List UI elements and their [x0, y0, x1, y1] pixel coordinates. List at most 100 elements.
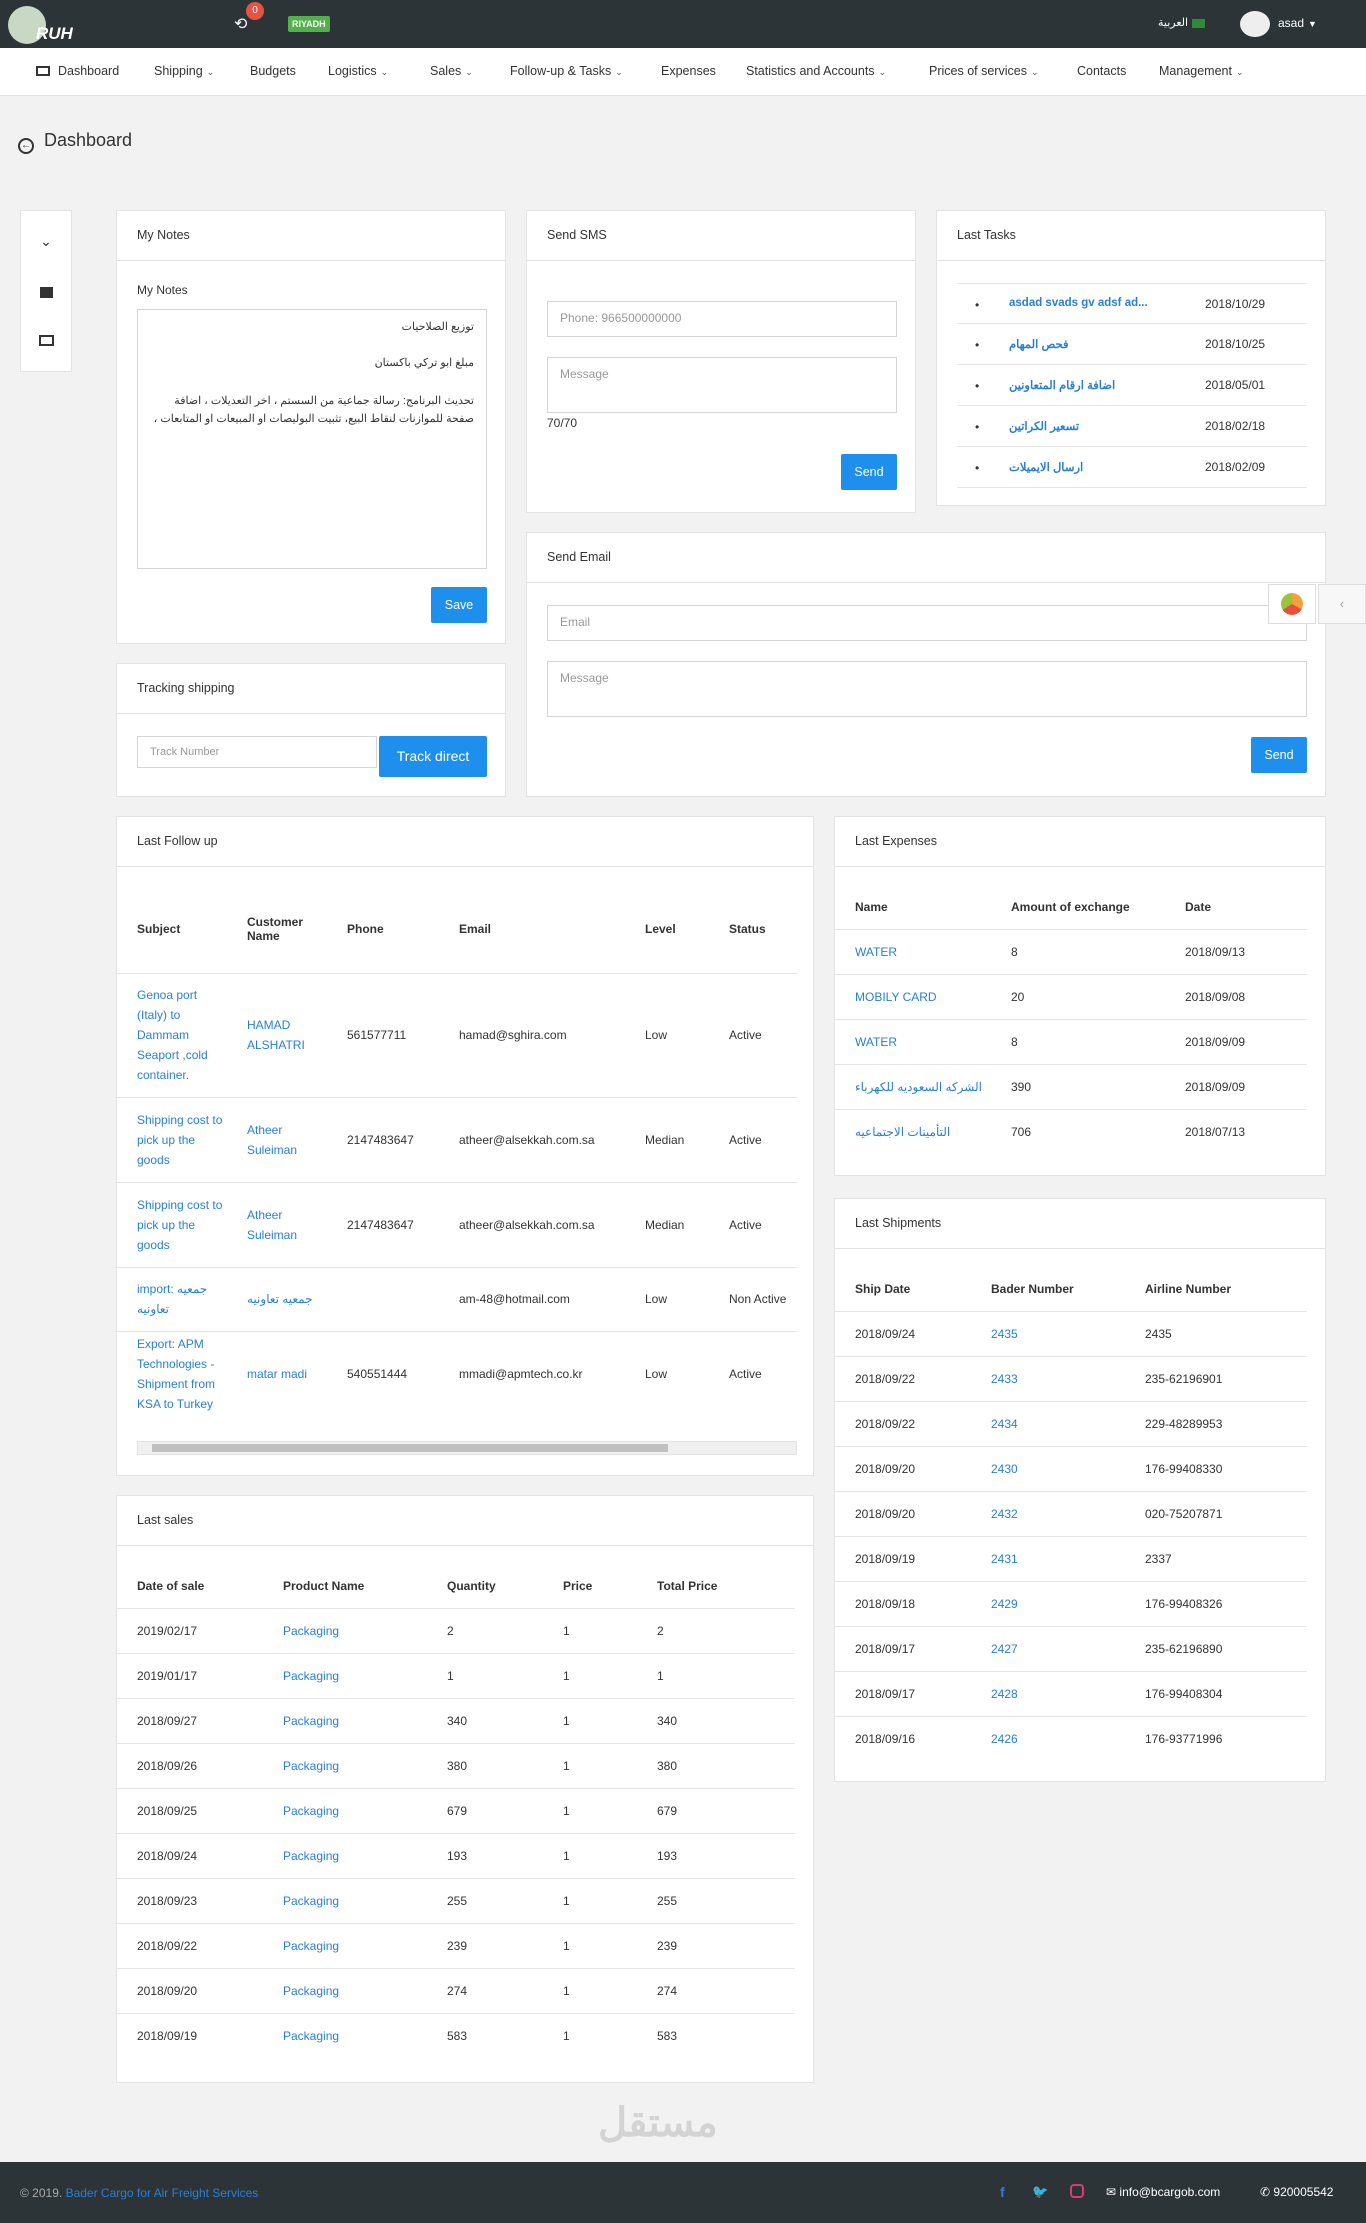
track-direct-button[interactable]: Track direct — [379, 736, 487, 777]
table-cell: 1 — [543, 1787, 637, 1833]
email-send-button[interactable]: Send — [1251, 737, 1307, 773]
task-link[interactable]: ارسال الايميلات — [1009, 460, 1083, 474]
table-cell: 390 — [991, 1063, 1165, 1109]
horizontal-scrollbar[interactable] — [137, 1441, 797, 1455]
table-cell[interactable]: Packaging — [263, 1967, 427, 2013]
table-cell[interactable]: 2432 — [971, 1490, 1125, 1536]
nav-sales[interactable]: Sales ⌄ — [430, 64, 473, 78]
nav-label: Management — [1159, 64, 1232, 78]
task-row[interactable]: • ارسال الايميلات 2018/02/09 — [957, 447, 1307, 488]
table-cell[interactable]: Packaging — [263, 1607, 427, 1653]
table-cell[interactable]: 2429 — [971, 1580, 1125, 1626]
phone-input[interactable]: Phone: 966500000000 — [547, 301, 897, 337]
table-cell[interactable]: 2426 — [971, 1715, 1125, 1761]
archive-icon[interactable] — [21, 285, 71, 301]
table-cell[interactable]: Packaging — [263, 1832, 427, 1878]
nav-shipping[interactable]: Shipping ⌄ — [154, 64, 214, 78]
table-cell[interactable]: 2427 — [971, 1625, 1125, 1671]
table-cell[interactable]: Packaging — [263, 1922, 427, 1968]
scrollbar-thumb[interactable] — [152, 1444, 668, 1452]
table-cell: 2018/09/20 — [117, 1967, 263, 2013]
nav-dashboard[interactable]: Dashboard — [36, 64, 119, 78]
nav-expenses[interactable]: Expenses — [661, 64, 716, 78]
task-link[interactable]: asdad svads gv adsf ad... — [1009, 297, 1148, 309]
language-switch[interactable]: العربية — [1158, 16, 1206, 29]
company-link[interactable]: Bader Cargo for Air Freight Services — [66, 2186, 259, 2200]
cell-email: mmadi@apmtech.co.kr — [439, 1330, 625, 1416]
notifications-icon[interactable]: ⟲ 0 — [234, 2, 264, 34]
theme-widget[interactable] — [1268, 584, 1316, 624]
facebook-icon[interactable]: f — [1000, 2184, 1005, 2200]
table-cell[interactable]: 2431 — [971, 1535, 1125, 1581]
nav-label: Logistics — [328, 64, 377, 78]
footer-phone[interactable]: ✆ 920005542 — [1260, 2185, 1333, 2199]
cell-customer[interactable]: HAMAD ALSHATRI — [227, 972, 327, 1097]
cell-customer[interactable]: Atheer Suleiman — [227, 1096, 327, 1182]
chevron-left-icon[interactable]: ‹ — [1318, 584, 1366, 624]
table-cell[interactable]: Packaging — [263, 1652, 427, 1698]
cell-subject[interactable]: Shipping cost to pick up the goods — [117, 1181, 227, 1267]
table-cell: 193 — [637, 1832, 795, 1878]
cell-customer[interactable]: matar madi — [227, 1330, 327, 1416]
column-header: Airline Number — [1145, 1281, 1232, 1296]
table-cell[interactable]: التأمينات الاجتماعيه — [835, 1108, 991, 1154]
task-row[interactable]: • فحص المهام 2018/10/25 — [957, 324, 1307, 365]
table-cell[interactable]: Packaging — [263, 1742, 427, 1788]
palette-icon — [1281, 593, 1303, 615]
chevron-down-icon[interactable]: ⌄ — [21, 233, 71, 250]
table-cell[interactable]: 2433 — [971, 1355, 1125, 1401]
sms-message-input[interactable]: Message — [547, 357, 897, 413]
cell-subject[interactable]: Genoa port (Italy) to Dammam Seaport ,co… — [117, 972, 227, 1097]
footer-email[interactable]: ✉ info@bcargob.com — [1106, 2185, 1220, 2199]
table-cell[interactable]: MOBILY CARD — [835, 973, 991, 1019]
twitter-icon[interactable]: 🐦 — [1032, 2184, 1048, 2200]
chevron-down-icon: ⌄ — [615, 67, 623, 77]
table-cell[interactable]: الشركه السعوديه للكهرباء — [835, 1063, 991, 1109]
email-input[interactable]: Email — [547, 605, 1307, 641]
task-link[interactable]: فحص المهام — [1009, 337, 1068, 351]
table-cell: 235-62196901 — [1125, 1355, 1307, 1401]
table-cell: 2018/09/17 — [835, 1670, 971, 1716]
table-row: 2018/09/19 Packaging 583 1 583 — [117, 2012, 795, 2058]
task-row[interactable]: • asdad svads gv adsf ad... 2018/10/29 — [957, 283, 1307, 324]
table-cell[interactable]: Packaging — [263, 1787, 427, 1833]
table-cell: 1 — [637, 1652, 795, 1698]
table-cell[interactable]: Packaging — [263, 2012, 427, 2058]
task-link[interactable]: اضافة ارقام المتعاونين — [1009, 378, 1115, 392]
cell-customer[interactable]: جمعيه تعاونيه — [227, 1266, 327, 1331]
nav-contacts[interactable]: Contacts — [1077, 64, 1126, 78]
table-cell[interactable]: Packaging — [263, 1877, 427, 1923]
task-row[interactable]: • اضافة ارقام المتعاونين 2018/05/01 — [957, 365, 1307, 406]
cell-subject[interactable]: import: جمعيه تعاونيه — [117, 1266, 227, 1331]
cell-subject[interactable]: Export: APM Technologies - Shipment from… — [117, 1330, 227, 1416]
nav-budgets[interactable]: Budgets — [250, 64, 296, 78]
table-cell[interactable]: Packaging — [263, 1697, 427, 1743]
track-number-input[interactable]: Track Number — [137, 736, 377, 768]
table-cell[interactable]: 2434 — [971, 1400, 1125, 1446]
email-message-input[interactable]: Message — [547, 661, 1307, 717]
task-row[interactable]: • تسعير الكراتين 2018/02/18 — [957, 406, 1307, 447]
notes-textarea[interactable]: توزيع الصلاحيات مبلغ ابو تركي باكستان تح… — [137, 309, 487, 569]
logo[interactable]: RUH — [8, 4, 92, 46]
nav-logistics[interactable]: Logistics ⌄ — [328, 64, 388, 78]
cell-level: Low — [625, 1266, 709, 1331]
task-link[interactable]: تسعير الكراتين — [1009, 419, 1079, 433]
table-cell[interactable]: 2428 — [971, 1670, 1125, 1716]
cell-subject[interactable]: Shipping cost to pick up the goods — [117, 1096, 227, 1182]
table-cell[interactable]: 2430 — [971, 1445, 1125, 1491]
nav-management[interactable]: Management ⌄ — [1159, 64, 1244, 78]
user-menu[interactable]: asad ▼ — [1240, 11, 1317, 37]
nav-statistics[interactable]: Statistics and Accounts ⌄ — [746, 64, 886, 78]
nav-prices[interactable]: Prices of services ⌄ — [929, 64, 1039, 78]
monitor-icon[interactable] — [21, 333, 71, 349]
nav-follow-up[interactable]: Follow-up & Tasks ⌄ — [510, 64, 623, 78]
cell-customer[interactable]: Atheer Suleiman — [227, 1181, 327, 1267]
back-arrow-icon[interactable]: ← — [18, 138, 34, 154]
table-cell[interactable]: WATER — [835, 928, 991, 974]
branch-badge[interactable]: RIYADH — [288, 16, 330, 32]
table-cell[interactable]: WATER — [835, 1018, 991, 1064]
table-cell[interactable]: 2435 — [971, 1310, 1125, 1356]
sms-send-button[interactable]: Send — [841, 454, 897, 490]
instagram-icon[interactable] — [1070, 2184, 1084, 2198]
save-button[interactable]: Save — [431, 587, 487, 623]
